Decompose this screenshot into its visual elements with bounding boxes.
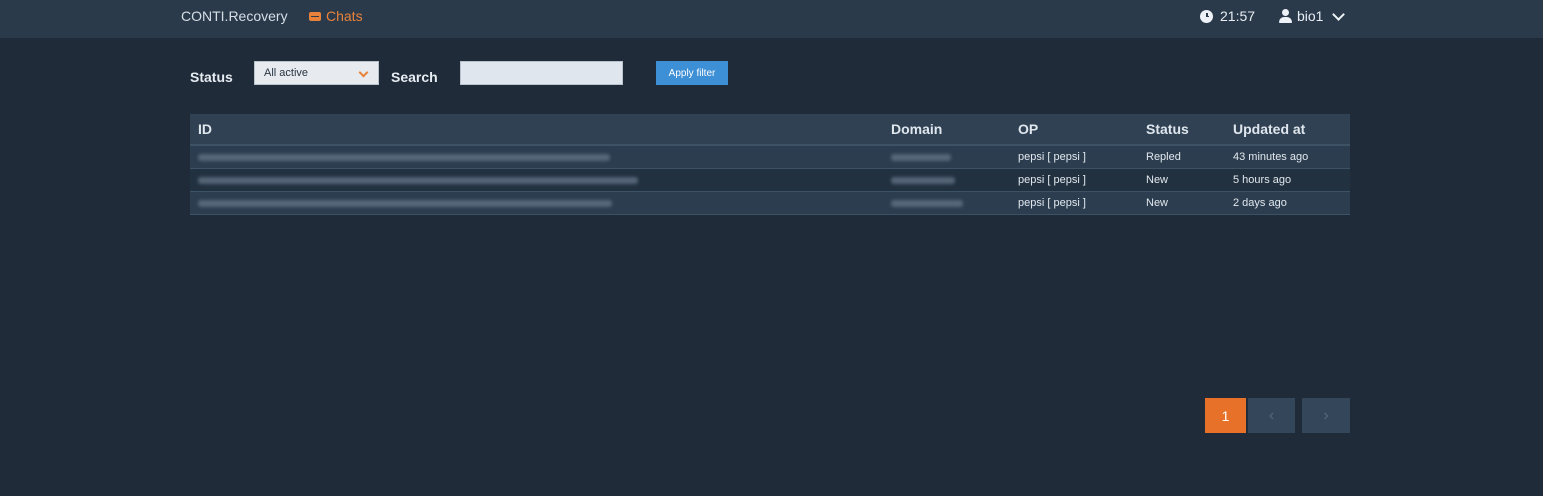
row-domain-redacted <box>883 145 1010 169</box>
pagination-prev-button[interactable]: ‹ <box>1248 398 1295 433</box>
brand-link[interactable]: CONTI.Recovery <box>181 8 288 24</box>
row-id-redacted[interactable] <box>190 145 883 169</box>
chat-icon <box>309 11 321 21</box>
status-select-value: All active <box>264 67 309 79</box>
row-domain-redacted <box>883 168 1010 192</box>
table-row[interactable]: pepsi [ pepsi ] New 5 hours ago <box>190 168 1350 192</box>
row-updated-at: 2 days ago <box>1225 191 1350 215</box>
column-header-updated-at[interactable]: Updated at <box>1225 114 1350 146</box>
row-status: New <box>1138 191 1225 215</box>
table-row[interactable]: pepsi [ pepsi ] Repled 43 minutes ago <box>190 145 1350 169</box>
status-filter-label: Status <box>190 69 233 85</box>
table-row[interactable]: pepsi [ pepsi ] New 2 days ago <box>190 191 1350 215</box>
user-name: bio1 <box>1297 8 1324 24</box>
column-header-status[interactable]: Status <box>1138 114 1225 146</box>
chevron-down-icon <box>1332 7 1346 21</box>
clock-indicator: 21:57 <box>1200 8 1255 24</box>
apply-filter-button[interactable]: Apply filter <box>656 61 728 85</box>
table-header-row: ID Domain OP Status Updated at <box>190 114 1350 146</box>
user-icon <box>1279 9 1292 23</box>
row-op: pepsi [ pepsi ] <box>1010 145 1138 169</box>
clock-time: 21:57 <box>1220 8 1256 24</box>
row-op: pepsi [ pepsi ] <box>1010 168 1138 192</box>
column-header-id[interactable]: ID <box>190 114 883 146</box>
user-menu[interactable]: bio1 <box>1279 7 1346 24</box>
column-header-op[interactable]: OP <box>1010 114 1138 146</box>
row-status: Repled <box>1138 145 1225 169</box>
nav-chats-link[interactable]: Chats <box>309 8 363 24</box>
column-header-domain[interactable]: Domain <box>883 114 1010 146</box>
row-id-redacted[interactable] <box>190 191 883 215</box>
row-updated-at: 5 hours ago <box>1225 168 1350 192</box>
pagination-next-button[interactable]: › <box>1302 398 1350 433</box>
chats-table: ID Domain OP Status Updated at pepsi [ p… <box>190 114 1350 215</box>
row-status: New <box>1138 168 1225 192</box>
search-input[interactable] <box>460 61 623 85</box>
search-label: Search <box>391 69 438 85</box>
status-select[interactable]: All active <box>254 61 379 85</box>
row-op: pepsi [ pepsi ] <box>1010 191 1138 215</box>
chevron-down-icon <box>358 67 369 78</box>
row-updated-at: 43 minutes ago <box>1225 145 1350 169</box>
nav-chats-label: Chats <box>326 8 363 24</box>
pagination-page-1[interactable]: 1 <box>1205 398 1246 433</box>
top-navbar: CONTI.Recovery Chats 21:57 bio1 <box>0 0 1543 38</box>
clock-icon <box>1200 9 1213 23</box>
row-id-redacted[interactable] <box>190 168 883 192</box>
row-domain-redacted <box>883 191 1010 215</box>
